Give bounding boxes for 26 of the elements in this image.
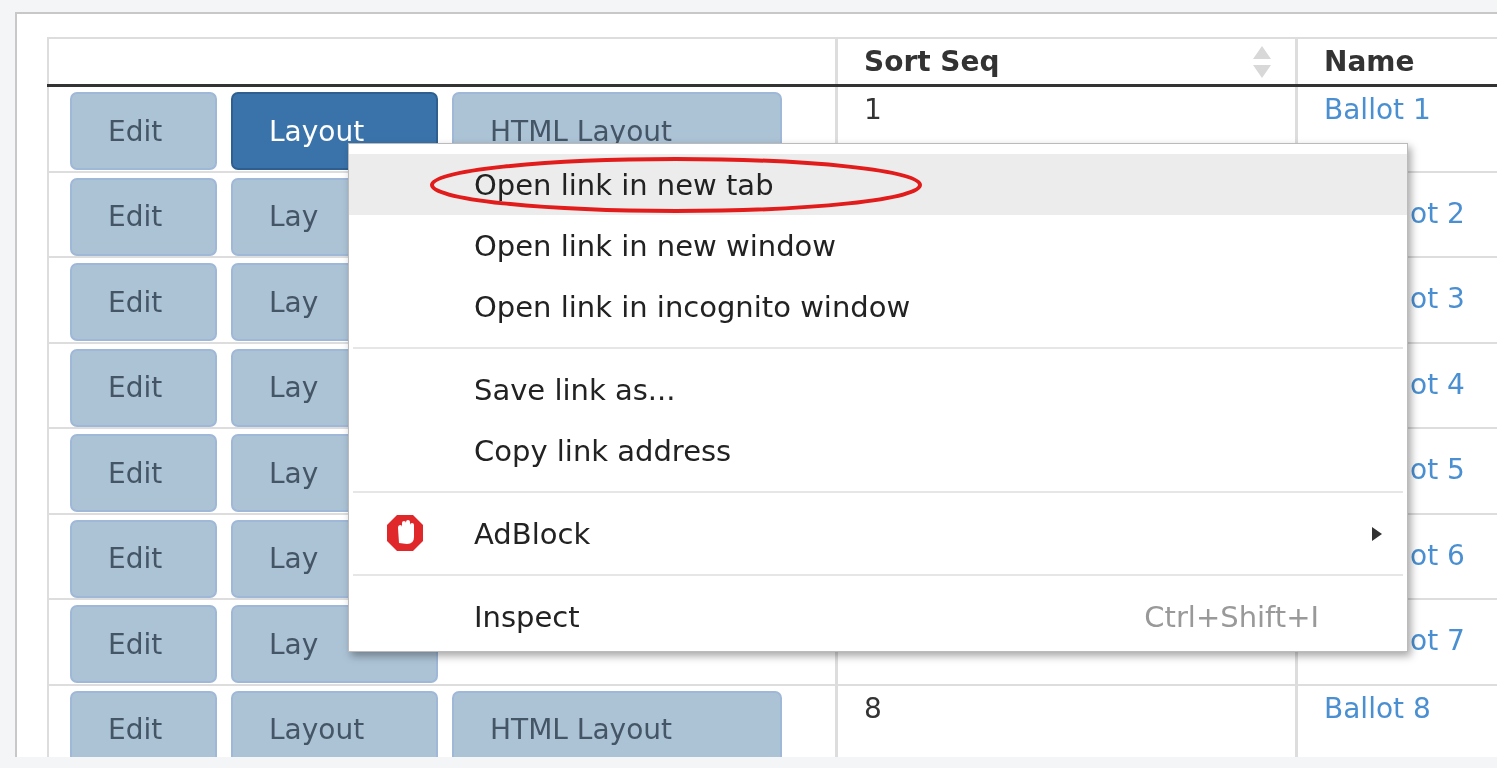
ballot-link[interactable]: ot 7 xyxy=(1410,624,1465,657)
sort-seq-cell: 8 xyxy=(864,691,882,725)
column-header[interactable]: Name xyxy=(1324,45,1415,78)
ballot-link[interactable]: ot 2 xyxy=(1410,196,1465,230)
action-button[interactable]: Edit xyxy=(70,177,217,256)
ballot-link[interactable]: ot 3 xyxy=(1410,282,1465,315)
action-button[interactable]: Edit xyxy=(70,92,217,170)
ballot-link[interactable]: Ballot 1 xyxy=(1324,93,1431,126)
action-button[interactable]: Edit xyxy=(70,263,217,341)
action-button[interactable]: Edit xyxy=(70,519,217,598)
ballot-link[interactable]: ot 6 xyxy=(1410,538,1465,572)
ballot-link[interactable]: ot 4 xyxy=(1410,367,1465,401)
sort-seq-cell: 1 xyxy=(864,93,882,126)
column-header[interactable]: Sort Seq xyxy=(864,45,1000,78)
shortcut-text: Ctrl+Shift+I xyxy=(1144,599,1319,634)
action-button[interactable]: Edit xyxy=(70,434,217,512)
action-button[interactable]: HTML Layout xyxy=(452,690,782,757)
action-button[interactable]: Edit xyxy=(70,348,217,427)
action-button[interactable]: Layout xyxy=(231,690,438,757)
hand-stop-icon xyxy=(385,513,425,553)
menu-item[interactable]: Open link in new tab xyxy=(349,154,1407,215)
ballot-link[interactable]: Ballot 8 xyxy=(1324,691,1431,725)
ballot-link[interactable]: ot 5 xyxy=(1410,453,1465,486)
action-button[interactable]: Edit xyxy=(70,690,217,757)
submenu-arrow-icon xyxy=(1371,525,1383,542)
action-button[interactable]: Edit xyxy=(70,605,217,683)
